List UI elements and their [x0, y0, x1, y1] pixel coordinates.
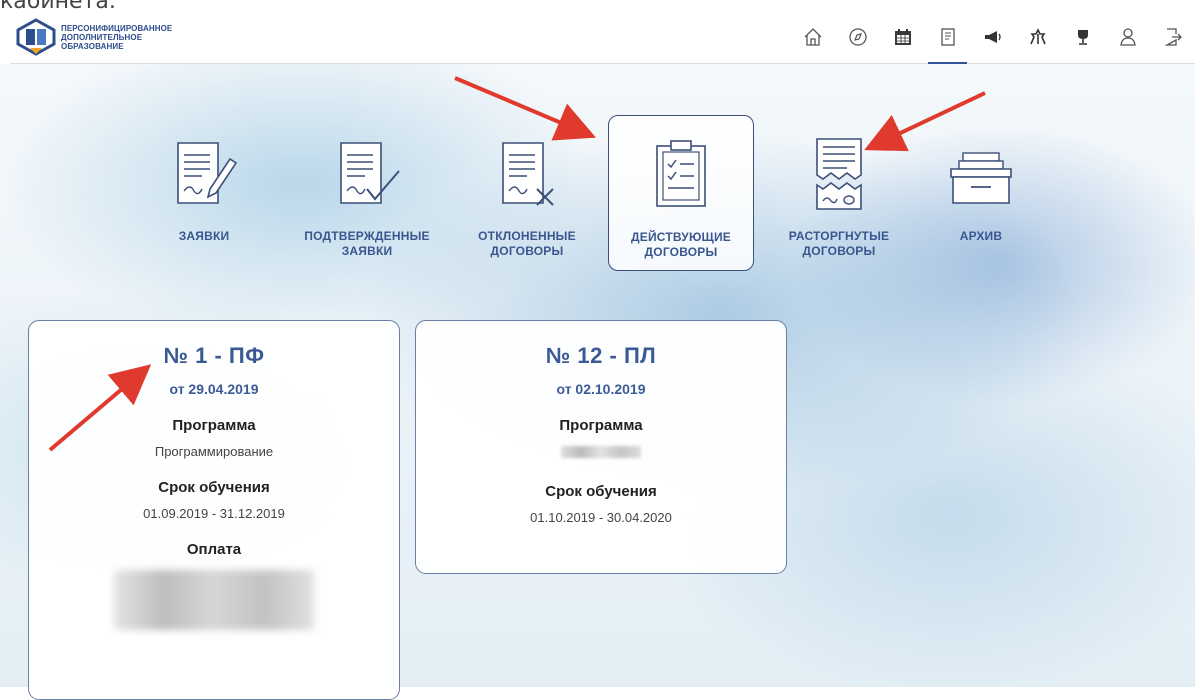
period-value: 01.09.2019 - 31.12.2019: [143, 506, 285, 521]
period-value: 01.10.2019 - 30.04.2020: [530, 510, 672, 525]
category-active-contracts-label: ДЕЙСТВУЮЩИЕ ДОГОВОРЫ: [631, 230, 731, 259]
application-icon: [177, 142, 238, 204]
category-terminated-contracts[interactable]: РАСТОРГНУТЫЕ ДОГОВОРЫ: [766, 115, 912, 271]
payment-label: Оплата: [186, 541, 242, 558]
program-label: Программа: [172, 417, 256, 434]
logo-line-2: ДОПОЛНИТЕЛЬНОЕ: [61, 32, 143, 42]
logo-icon: [16, 18, 56, 56]
document-icon[interactable]: [925, 11, 970, 64]
contract-card-2[interactable]: № 12 - ПЛ от 02.10.2019 Программа Срок о…: [415, 320, 787, 574]
contract-number: № 12 - ПЛ: [545, 343, 657, 368]
top-cut-text: кабинета.: [0, 0, 116, 14]
contract-date: от 29.04.2019: [169, 381, 259, 397]
rejected-contract-icon: [502, 142, 554, 206]
calendar-icon[interactable]: [880, 11, 925, 63]
category-archive[interactable]: АРХИВ: [908, 115, 1054, 271]
period-label: Срок обучения: [545, 483, 657, 500]
category-rejected-contracts-label: ОТКЛОНЕННЫЕ ДОГОВОРЫ: [478, 229, 576, 258]
category-active-contracts[interactable]: ДЕЙСТВУЮЩИЕ ДОГОВОРЫ: [608, 115, 754, 271]
category-confirmed-applications-label: ПОДТВЕРЖДЕННЫЕ ЗАЯВКИ: [304, 229, 430, 258]
home-icon[interactable]: [790, 11, 835, 63]
compass-icon[interactable]: [835, 11, 880, 63]
clipboard-icon: [656, 140, 706, 207]
logo-line-3: ОБРАЗОВАНИЕ: [61, 41, 124, 51]
contract-number: № 1 - ПФ: [163, 343, 265, 368]
contract-card-1[interactable]: № 1 - ПФ от 29.04.2019 Программа Програм…: [28, 320, 400, 700]
category-archive-label: АРХИВ: [959, 229, 1003, 243]
logo-line-1: ПЕРСОНИФИЦИРОВАННОЕ: [61, 23, 173, 33]
user-icon[interactable]: [1105, 11, 1150, 63]
category-applications-label: ЗАЯВКИ: [178, 229, 230, 243]
program-label: Программа: [559, 417, 643, 434]
torn-contract-icon: [816, 138, 862, 210]
program-value-redacted: [561, 446, 641, 458]
nav-icons: [790, 11, 1195, 64]
confirmed-application-icon: [340, 142, 400, 204]
horse-icon[interactable]: [1015, 11, 1060, 63]
program-value: Программирование: [154, 444, 274, 459]
category-rejected-contracts[interactable]: ОТКЛОНЕННЫЕ ДОГОВОРЫ: [454, 115, 600, 271]
top-navigation-bar: ПЕРСОНИФИЦИРОВАННОЕ ДОПОЛНИТЕЛЬНОЕ ОБРАЗ…: [10, 11, 1195, 64]
trophy-icon[interactable]: [1060, 11, 1105, 63]
contract-date: от 02.10.2019: [556, 381, 646, 397]
logo[interactable]: ПЕРСОНИФИЦИРОВАННОЕ ДОПОЛНИТЕЛЬНОЕ ОБРАЗ…: [16, 18, 172, 56]
megaphone-icon[interactable]: [970, 11, 1015, 63]
category-terminated-contracts-label: РАСТОРГНУТЫЕ ДОГОВОРЫ: [788, 229, 890, 258]
category-applications[interactable]: ЗАЯВКИ: [131, 115, 277, 271]
logout-icon[interactable]: [1150, 11, 1195, 63]
payment-value-redacted: [114, 570, 314, 630]
category-confirmed-applications[interactable]: ПОДТВЕРЖДЕННЫЕ ЗАЯВКИ: [294, 115, 440, 271]
archive-icon: [950, 152, 1012, 204]
period-label: Срок обучения: [158, 479, 270, 496]
